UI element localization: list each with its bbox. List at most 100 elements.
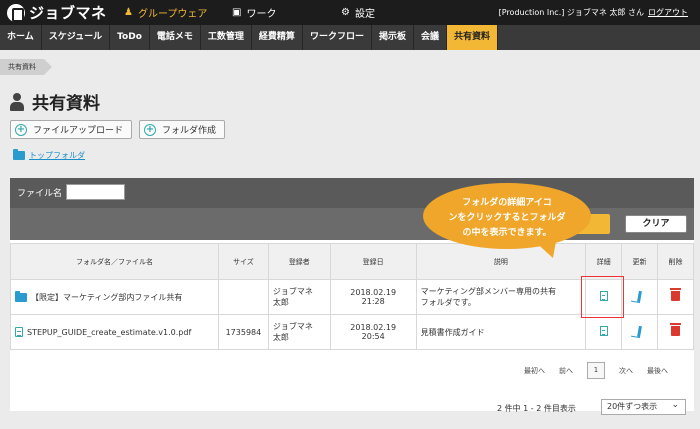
- name-cell: 【限定】マーケティング部内ファイル共有: [10, 279, 219, 315]
- desc-line: 見積書作成ガイド: [420, 327, 485, 337]
- next-page-link[interactable]: 次へ: [619, 366, 633, 376]
- nav-meeting[interactable]: 会議: [414, 25, 447, 50]
- groupware-label: グループウェア: [137, 9, 208, 20]
- edit-icon[interactable]: [637, 325, 642, 337]
- app-name: ジョブマネ: [29, 4, 107, 22]
- page-header: 共有資料: [10, 89, 100, 114]
- person-icon: [10, 92, 24, 111]
- page-title: 共有資料: [32, 94, 100, 114]
- delete-cell: [657, 314, 694, 350]
- file-name-input[interactable]: [66, 184, 125, 200]
- nav-todo[interactable]: ToDo: [110, 25, 150, 50]
- size-cell: 1735984: [217, 314, 269, 350]
- time-line: 21:28: [361, 297, 385, 306]
- folder-icon: [13, 149, 25, 160]
- header-date: 登録日: [329, 243, 417, 280]
- description-cell: 見積書作成ガイド: [415, 314, 587, 350]
- row-name[interactable]: 【限定】マーケティング部内ファイル共有: [31, 292, 182, 303]
- date-cell: 2018.02.19 20:54: [329, 314, 417, 350]
- clear-button[interactable]: クリア: [625, 215, 687, 233]
- settings-label: 設定: [354, 9, 375, 20]
- person-icon: ♟: [124, 7, 133, 18]
- trash-icon[interactable]: [670, 323, 681, 336]
- desc-line: マーケティング部メンバー専用の共有: [420, 287, 556, 296]
- top-bar: ジョブマネ ♟ グループウェア ▣ ワーク ⚙ 設定 [Production I…: [0, 0, 700, 25]
- table-row: STEPUP_GUIDE_create_estimate.v1.0.pdf 17…: [10, 314, 694, 350]
- header-size: サイズ: [217, 243, 269, 280]
- table-header-row: フォルダ名／ファイル名 サイズ 登録者 登録日 説明 詳細 更新 削除: [10, 243, 694, 280]
- logout-link[interactable]: ログアウト: [648, 7, 688, 18]
- top-folder-link[interactable]: トップフォルダ: [13, 149, 85, 161]
- gear-icon: ⚙: [341, 7, 350, 18]
- app-logo[interactable]: ジョブマネ: [7, 3, 107, 22]
- callout-line: の中を表示できます。: [462, 228, 552, 238]
- create-folder-label: フォルダ作成: [162, 126, 217, 136]
- search-bar: ファイル名: [10, 178, 694, 208]
- size-cell: [217, 279, 269, 315]
- date-line: 2018.02.19: [350, 288, 397, 297]
- logo-icon: [7, 3, 25, 22]
- settings-menu[interactable]: ⚙ 設定: [341, 0, 375, 25]
- pagination: 最初へ 前へ 1 次へ 最後へ: [517, 362, 675, 379]
- prev-page-link[interactable]: 前へ: [559, 366, 573, 376]
- detail-highlight: [581, 276, 624, 318]
- file-name-label: ファイル名: [17, 189, 63, 199]
- briefcase-icon: ▣: [232, 7, 242, 18]
- upload-label: ファイルアップロード: [33, 126, 124, 136]
- owner-line: ジョブマネ: [272, 322, 313, 331]
- owner-cell: ジョブマネ 太郎: [267, 314, 331, 350]
- work-label: ワーク: [246, 9, 277, 20]
- time-line: 20:54: [361, 332, 385, 341]
- work-menu[interactable]: ▣ ワーク: [232, 0, 276, 25]
- groupware-menu[interactable]: ♟ グループウェア: [124, 0, 207, 25]
- detail-cell: [585, 314, 623, 350]
- per-page-select[interactable]: 20件ずつ表示: [601, 398, 686, 415]
- callout-line: ンをクリックするとフォルダ: [448, 213, 566, 223]
- breadcrumb-item[interactable]: 共有資料: [0, 59, 52, 75]
- nav-bulletin[interactable]: 掲示板: [372, 25, 414, 50]
- header-detail: 詳細: [585, 243, 623, 280]
- plus-icon: +: [144, 123, 156, 136]
- trash-icon[interactable]: [670, 288, 681, 301]
- callout-line: フォルダの詳細アイコ: [462, 198, 552, 208]
- first-page-link[interactable]: 最初へ: [524, 366, 545, 376]
- nav-workflow[interactable]: ワークフロー: [303, 25, 372, 50]
- date-line: 2018.02.19: [350, 323, 397, 332]
- breadcrumb: 共有資料: [0, 54, 700, 75]
- last-page-link[interactable]: 最後へ: [647, 366, 668, 376]
- nav-schedule[interactable]: スケジュール: [42, 25, 111, 50]
- nav-home[interactable]: ホーム: [0, 25, 42, 50]
- user-info: [Production Inc.] ジョブマネ 太郎 さん: [498, 8, 644, 17]
- folder-icon: [15, 290, 27, 302]
- date-cell: 2018.02.19 21:28: [329, 279, 417, 315]
- top-folder-label: トップフォルダ: [29, 151, 85, 160]
- nav-expenses[interactable]: 経費精算: [252, 25, 303, 50]
- nav-phone-memo[interactable]: 電話メモ: [150, 25, 201, 50]
- description-cell: マーケティング部メンバー専用の共有 フォルダです。: [415, 279, 587, 315]
- desc-line: フォルダです。: [420, 298, 476, 307]
- nav-shared-docs[interactable]: 共有資料: [446, 25, 498, 50]
- name-cell: STEPUP_GUIDE_create_estimate.v1.0.pdf: [10, 314, 219, 350]
- result-count: 2 件中 1 - 2 件目表示: [497, 404, 576, 413]
- upload-button[interactable]: + ファイルアップロード: [10, 120, 133, 139]
- create-folder-button[interactable]: + フォルダ作成: [139, 120, 226, 139]
- owner-line: 太郎: [272, 298, 289, 307]
- main-nav: ホーム スケジュール ToDo 電話メモ 工数管理 経費精算 ワークフロー 掲示…: [0, 25, 700, 50]
- nav-man-hours[interactable]: 工数管理: [201, 25, 252, 50]
- row-name[interactable]: STEPUP_GUIDE_create_estimate.v1.0.pdf: [27, 328, 191, 337]
- edit-icon[interactable]: [637, 290, 642, 302]
- header-update: 更新: [621, 243, 659, 280]
- owner-cell: ジョブマネ 太郎: [267, 279, 331, 315]
- document-icon: [15, 327, 23, 337]
- owner-line: 太郎: [272, 333, 289, 342]
- update-cell: [621, 279, 659, 315]
- plus-icon: +: [15, 123, 27, 136]
- header-name: フォルダ名／ファイル名: [10, 243, 219, 280]
- delete-cell: [657, 279, 694, 315]
- detail-icon[interactable]: [599, 326, 608, 336]
- owner-line: ジョブマネ: [272, 287, 313, 296]
- update-cell: [621, 314, 659, 350]
- current-page[interactable]: 1: [587, 362, 605, 379]
- header-owner: 登録者: [267, 243, 331, 280]
- header-delete: 削除: [657, 243, 694, 280]
